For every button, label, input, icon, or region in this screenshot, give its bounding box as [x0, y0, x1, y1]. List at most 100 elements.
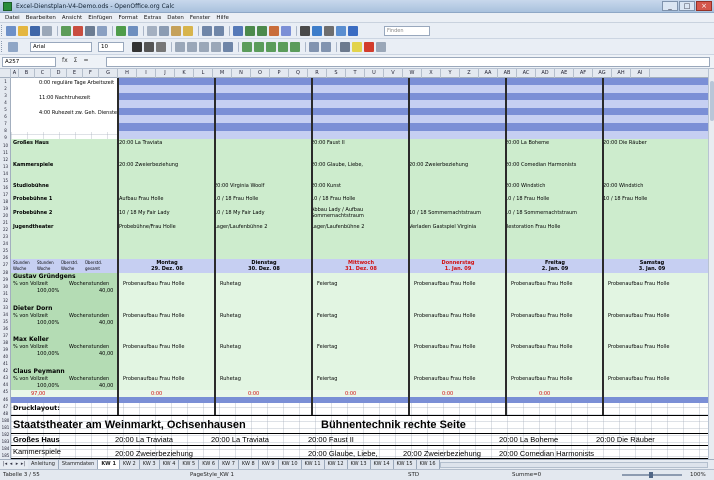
maximize-button[interactable]: □ — [679, 1, 695, 11]
chart-icon[interactable] — [269, 26, 279, 36]
styles-icon[interactable] — [8, 42, 18, 52]
spreadsheet-grid[interactable]: 0:00 reguläre Tage Arbeitszeit 11:00 Nac… — [11, 78, 708, 459]
row-header-16[interactable]: 16 — [0, 184, 11, 191]
column-header-m[interactable]: M — [213, 69, 232, 78]
row-header-2[interactable]: 2 — [0, 85, 11, 92]
function-wizard-icon[interactable]: fx — [62, 57, 68, 64]
sheet-tab-kw-10[interactable]: KW 10 — [278, 460, 302, 469]
row-header-40[interactable]: 40 — [0, 353, 11, 360]
row-header-48[interactable]: 48 — [0, 410, 11, 417]
menu-extras[interactable]: Extras — [141, 13, 164, 22]
row-header-184[interactable]: 184 — [0, 445, 11, 452]
column-header-aa[interactable]: AA — [479, 69, 498, 78]
row-header-1[interactable]: 1 — [0, 78, 11, 85]
sheet-tab-kw-13[interactable]: KW 13 — [347, 460, 371, 469]
sheet-tab-kw-3[interactable]: KW 3 — [139, 460, 160, 469]
column-header-a[interactable]: A — [11, 69, 19, 78]
column-header-k[interactable]: K — [175, 69, 194, 78]
column-header-l[interactable]: L — [194, 69, 213, 78]
column-header-p[interactable]: P — [270, 69, 289, 78]
bold-icon[interactable] — [132, 42, 142, 52]
row-header-36[interactable]: 36 — [0, 325, 11, 332]
sheet-tab-kw-8[interactable]: KW 8 — [238, 460, 259, 469]
zoom-icon[interactable] — [336, 26, 346, 36]
row-header-31[interactable]: 31 — [0, 290, 11, 297]
italic-icon[interactable] — [144, 42, 154, 52]
row-header-18[interactable]: 18 — [0, 198, 11, 205]
column-header-o[interactable]: O — [251, 69, 270, 78]
row-header-29[interactable]: 29 — [0, 276, 11, 283]
currency-icon[interactable] — [242, 42, 252, 52]
open-icon[interactable] — [18, 26, 28, 36]
row-header-33[interactable]: 33 — [0, 304, 11, 311]
sheet-tab-stammdaten[interactable]: Stammdaten — [58, 460, 99, 469]
row-header-19[interactable]: 19 — [0, 205, 11, 212]
align-center-icon[interactable] — [187, 42, 197, 52]
row-header-15[interactable]: 15 — [0, 177, 11, 184]
hyperlink-icon[interactable] — [233, 26, 243, 36]
row-header-27[interactable]: 27 — [0, 261, 11, 268]
name-box[interactable]: A257 — [2, 57, 56, 67]
row-header-13[interactable]: 13 — [0, 163, 11, 170]
column-header-q[interactable]: Q — [289, 69, 308, 78]
column-header-d[interactable]: D — [51, 69, 67, 78]
row-header-17[interactable]: 17 — [0, 191, 11, 198]
sheet-tab-kw-2[interactable]: KW 2 — [119, 460, 140, 469]
row-header-7[interactable]: 7 — [0, 120, 11, 127]
column-header-ah[interactable]: AH — [612, 69, 631, 78]
column-header-h[interactable]: H — [118, 69, 137, 78]
column-header-t[interactable]: T — [346, 69, 365, 78]
cut-icon[interactable] — [147, 26, 157, 36]
find-field[interactable]: Finden — [384, 26, 430, 36]
sheet-tab-kw-12[interactable]: KW 12 — [324, 460, 348, 469]
column-header-n[interactable]: N — [232, 69, 251, 78]
column-header-ae[interactable]: AE — [555, 69, 574, 78]
row-header-185[interactable]: 185 — [0, 452, 11, 459]
column-header-ad[interactable]: AD — [536, 69, 555, 78]
row-header-183[interactable]: 183 — [0, 438, 11, 445]
menu-datei[interactable]: Datei — [2, 13, 23, 22]
pivot-icon[interactable] — [281, 26, 291, 36]
redo-icon[interactable] — [214, 26, 224, 36]
sort-descending-icon[interactable] — [257, 26, 267, 36]
menu-hilfe[interactable]: Hilfe — [213, 13, 232, 22]
row-header-4[interactable]: 4 — [0, 99, 11, 106]
navigator-icon[interactable] — [300, 26, 310, 36]
background-color-icon[interactable] — [352, 42, 362, 52]
column-header-ai[interactable]: AI — [631, 69, 650, 78]
add-decimal-icon[interactable] — [278, 42, 288, 52]
column-header-y[interactable]: Y — [441, 69, 460, 78]
increase-indent-icon[interactable] — [321, 42, 331, 52]
datasources-icon[interactable] — [324, 26, 334, 36]
spellcheck-icon[interactable] — [116, 26, 126, 36]
font-color-icon[interactable] — [364, 42, 374, 52]
sheet-tab-kw-9[interactable]: KW 9 — [258, 460, 279, 469]
horizontal-scrollbar[interactable] — [440, 462, 708, 468]
sum-icon[interactable]: Σ — [74, 57, 78, 64]
autospell-icon[interactable] — [128, 26, 138, 36]
row-header-46[interactable]: 46 — [0, 396, 11, 403]
row-header-3[interactable]: 3 — [0, 92, 11, 99]
sheet-tab-anleitung[interactable]: Anleitung — [28, 460, 59, 469]
row-header-21[interactable]: 21 — [0, 219, 11, 226]
row-header-34[interactable]: 34 — [0, 311, 11, 318]
borders-icon[interactable] — [340, 42, 350, 52]
copy-icon[interactable] — [159, 26, 169, 36]
sheet-tab-kw-16[interactable]: KW 16 — [416, 460, 440, 469]
row-header-22[interactable]: 22 — [0, 226, 11, 233]
row-header-20[interactable]: 20 — [0, 212, 11, 219]
column-header-c[interactable]: C — [35, 69, 51, 78]
mail-icon[interactable] — [42, 26, 52, 36]
sheet-tab-kw-5[interactable]: KW 5 — [179, 460, 200, 469]
sort-ascending-icon[interactable] — [245, 26, 255, 36]
column-header-g[interactable]: G — [99, 69, 118, 78]
column-header-ag[interactable]: AG — [593, 69, 612, 78]
column-header-ab[interactable]: AB — [498, 69, 517, 78]
row-header-182[interactable]: 182 — [0, 431, 11, 438]
zoom-slider[interactable] — [622, 472, 682, 478]
close-button[interactable]: × — [696, 1, 712, 11]
column-header-b[interactable]: B — [19, 69, 35, 78]
sheet-tab-kw-4[interactable]: KW 4 — [159, 460, 180, 469]
row-header-25[interactable]: 25 — [0, 247, 11, 254]
merge-cells-icon[interactable] — [223, 42, 233, 52]
